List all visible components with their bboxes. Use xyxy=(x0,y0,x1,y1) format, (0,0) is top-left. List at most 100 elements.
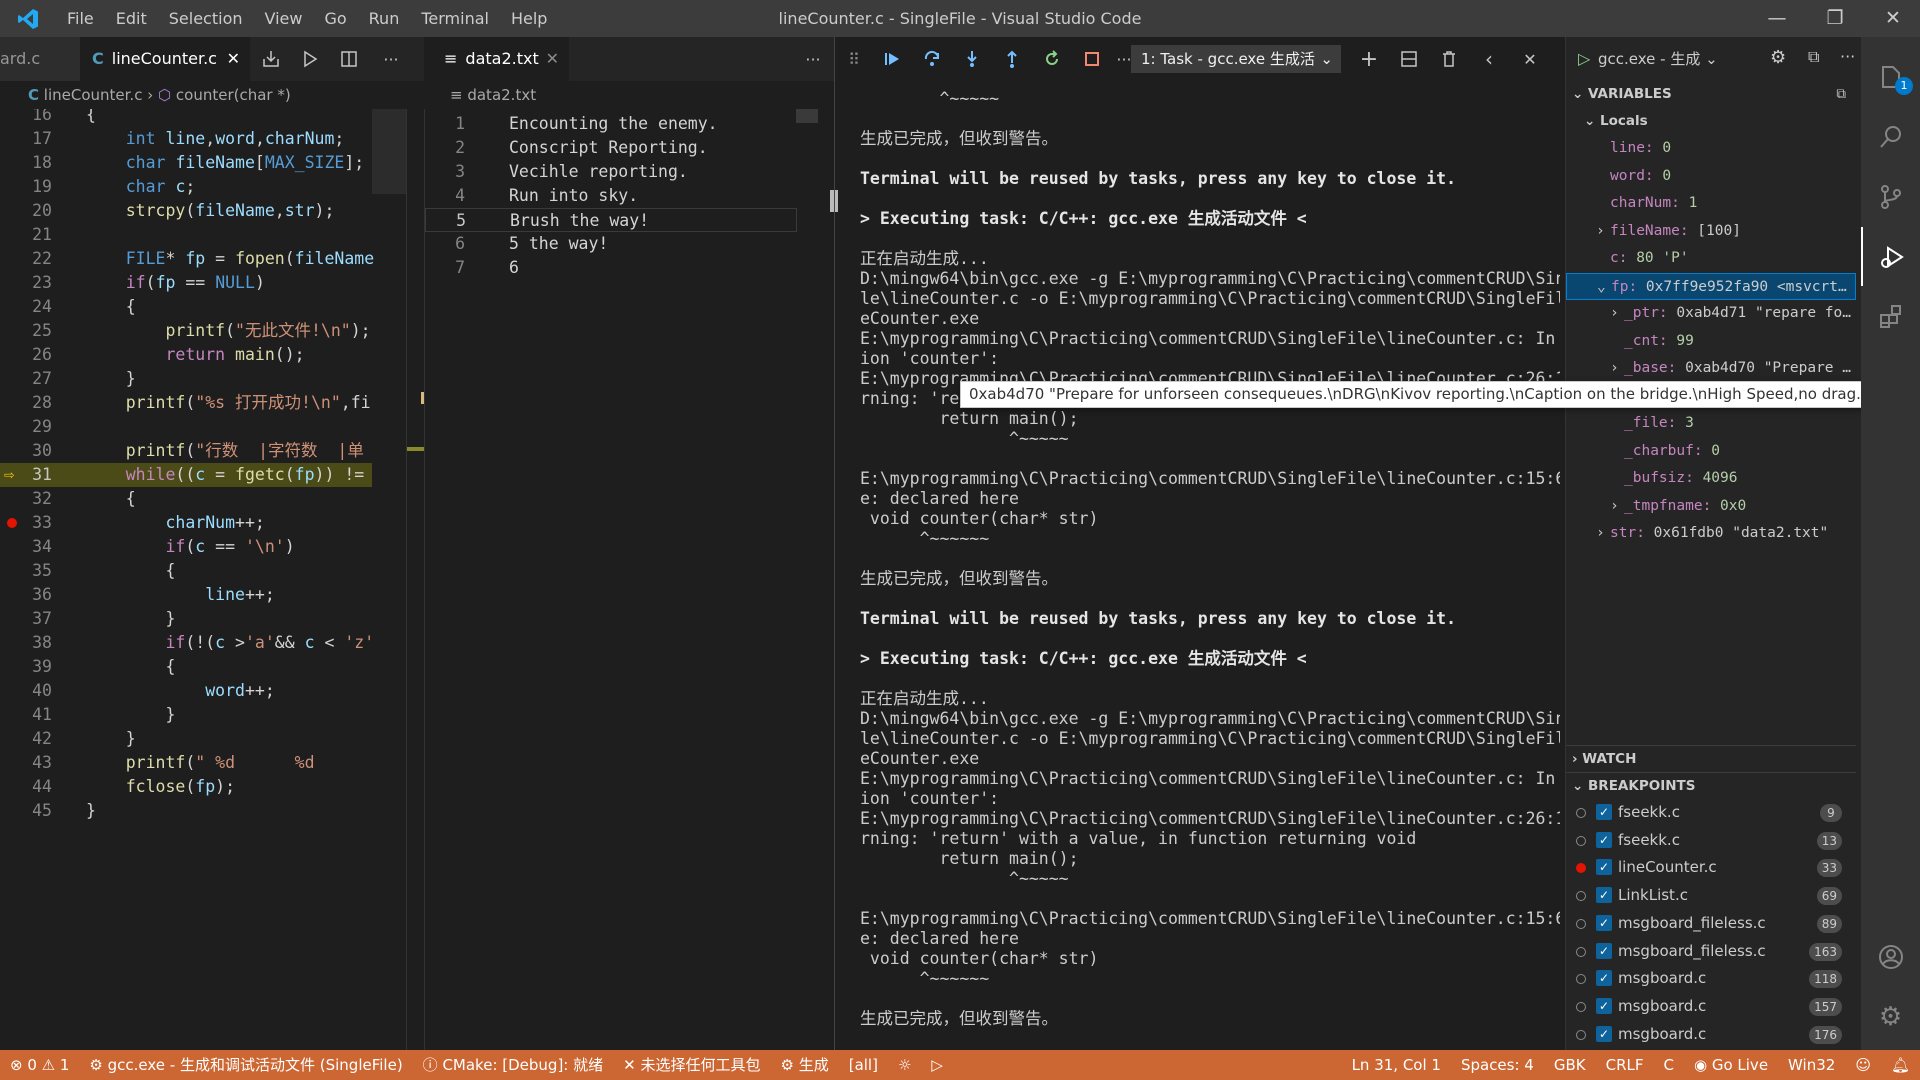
indentation[interactable]: Spaces: 4 xyxy=(1451,1050,1544,1080)
breadcrumb-file[interactable]: lineCounter.c xyxy=(44,86,143,104)
code-line[interactable]: 19 char c; xyxy=(0,175,372,199)
code-line[interactable]: 39 { xyxy=(0,655,372,679)
chevron-left-icon[interactable]: ‹ xyxy=(1470,37,1508,81)
minimap[interactable] xyxy=(372,109,406,194)
breakpoints-header[interactable]: ⌄ BREAKPOINTS xyxy=(1566,772,1856,799)
encoding[interactable]: GBK xyxy=(1544,1050,1596,1080)
menu-edit[interactable]: Edit xyxy=(105,0,158,37)
text-line[interactable]: 76 xyxy=(425,256,797,280)
step-over-icon[interactable] xyxy=(913,37,951,81)
checkbox-icon[interactable]: ✓ xyxy=(1596,942,1612,959)
menu-selection[interactable]: Selection xyxy=(158,0,254,37)
checkbox-icon[interactable]: ✓ xyxy=(1596,970,1612,987)
source-control-icon[interactable] xyxy=(1861,167,1920,226)
text-editor[interactable]: 1 Encounting the enemy. 2 Conscript Reporti… xyxy=(424,109,834,1050)
code-line[interactable]: 29 xyxy=(0,415,372,439)
build-status[interactable]: ⚙ 生成 xyxy=(770,1050,838,1080)
more-actions-icon[interactable]: ··· xyxy=(372,37,410,81)
variable-file[interactable]: _file: 3 xyxy=(1566,410,1856,437)
code-line[interactable]: 18 char fileName[MAX_SIZE]; xyxy=(0,151,372,175)
code-line[interactable]: 44 fclose(fp); xyxy=(0,775,372,799)
breadcrumb-file[interactable]: data2.txt xyxy=(467,86,536,104)
checkbox-icon[interactable]: ✓ xyxy=(1596,831,1612,848)
tab-linecounter-c[interactable]: ClineCounter.c ✕ xyxy=(80,37,250,81)
code-line[interactable]: 41 } xyxy=(0,703,372,727)
restart-icon[interactable] xyxy=(1033,37,1071,81)
trash-icon[interactable] xyxy=(1430,37,1468,81)
search-icon[interactable] xyxy=(1861,107,1920,166)
variable-bufsiz[interactable]: _bufsiz: 4096 xyxy=(1566,465,1856,492)
code-line[interactable]: 37 } xyxy=(0,607,372,631)
breakpoint-item[interactable]: ✓ LinkList.c 69 xyxy=(1566,882,1856,909)
close-tab-icon[interactable]: ✕ xyxy=(546,37,559,81)
variable-tmpfname[interactable]: › _tmpfname: 0x0 xyxy=(1566,493,1856,520)
debug-console-icon[interactable]: ⧉ xyxy=(1808,47,1819,67)
close-tab-icon[interactable]: ✕ xyxy=(227,37,240,81)
code-line[interactable]: 28 printf("%s 打开成功!\n",fi xyxy=(0,391,372,415)
step-into-icon[interactable] xyxy=(953,37,991,81)
code-line[interactable]: 32 { xyxy=(0,487,372,511)
checkbox-icon[interactable]: ✓ xyxy=(1596,914,1612,931)
tab-data2-txt[interactable]: ≡ data2.txt ✕ xyxy=(424,37,569,81)
variable-cnt[interactable]: _cnt: 99 xyxy=(1566,328,1856,355)
cmake-debug-icon[interactable]: ☼ xyxy=(888,1050,921,1080)
code-line[interactable]: 30 printf("行数 |字符数 |单 xyxy=(0,439,372,463)
go-live-button[interactable]: ◉ Go Live xyxy=(1684,1050,1778,1080)
code-line[interactable]: 42 } xyxy=(0,727,372,751)
code-line[interactable]: 43 printf(" %d %d xyxy=(0,751,372,775)
text-line[interactable]: 4 Run into sky. xyxy=(425,184,797,208)
code-line[interactable]: 38 if(!(c >'a'&& c < 'z' xyxy=(0,631,374,655)
code-line[interactable]: 26 return main(); xyxy=(0,343,372,367)
variables-header[interactable]: ⌄ VARIABLES ⧉ xyxy=(1566,81,1856,108)
code-line[interactable]: 23 if(fp == NULL) xyxy=(0,271,372,295)
variable-base[interactable]: › _base: 0xab4d70 "Prepare … xyxy=(1566,355,1856,382)
breakpoint-item[interactable]: ✓ msgboard.c 176 xyxy=(1566,1021,1856,1048)
tab-board-c[interactable]: ard.c xyxy=(0,37,80,81)
breakpoint-item[interactable]: ✓ fseekk.c 13 xyxy=(1566,827,1856,854)
menu-view[interactable]: View xyxy=(254,0,314,37)
cursor-position[interactable]: Ln 31, Col 1 xyxy=(1342,1050,1451,1080)
variable-charbuf[interactable]: _charbuf: 0 xyxy=(1566,438,1856,465)
collapse-all-icon[interactable]: ⧉ xyxy=(1836,81,1846,108)
code-editor[interactable]: 16{17 int line,word,charNum; 18 char file… xyxy=(0,109,406,1050)
editor-scrollbar[interactable] xyxy=(406,109,425,1050)
problems-status[interactable]: ⊗ 0 ⚠ 1 xyxy=(0,1050,79,1080)
end-of-line[interactable]: CRLF xyxy=(1596,1050,1654,1080)
checkbox-icon[interactable]: ✓ xyxy=(1596,859,1612,876)
text-line[interactable]: 6 5 the way! xyxy=(425,232,797,256)
split-terminal-icon[interactable] xyxy=(1390,37,1428,81)
breakpoint-item[interactable]: ✓ msgboard.c 118 xyxy=(1566,965,1856,992)
code-line[interactable]: 21 xyxy=(0,223,372,247)
debug-config-select[interactable]: gcc.exe - 生成 ⌄ xyxy=(1598,45,1758,73)
drag-handle-icon[interactable]: ⠿ xyxy=(835,37,873,81)
platform-status[interactable]: Win32 xyxy=(1778,1050,1845,1080)
code-line[interactable]: 35 { xyxy=(0,559,372,583)
checkbox-icon[interactable]: ✓ xyxy=(1596,804,1612,820)
step-out-icon[interactable] xyxy=(993,37,1031,81)
variable-c[interactable]: c: 80 'P' xyxy=(1566,245,1856,272)
language-mode[interactable]: C xyxy=(1654,1050,1684,1080)
variable-ptr[interactable]: › _ptr: 0xab4d71 "repare fo… xyxy=(1566,300,1856,327)
text-line[interactable]: 2 Conscript Reporting. xyxy=(425,136,797,160)
cmake-run-icon[interactable]: ▷ xyxy=(921,1050,953,1080)
variable-fileName[interactable]: › fileName: [100] xyxy=(1566,218,1856,245)
breakpoint-item[interactable]: ✓ msgboard.c 157 xyxy=(1566,993,1856,1020)
breakpoint-item[interactable]: ✓ fseekk.c 9 xyxy=(1566,799,1856,826)
restore-icon[interactable]: ❐ xyxy=(1806,0,1864,37)
code-line[interactable]: 24 { xyxy=(0,295,372,319)
more-actions-icon[interactable]: ··· xyxy=(794,37,832,81)
run-debug-icon[interactable] xyxy=(1861,227,1920,286)
breakpoint-icon[interactable] xyxy=(7,518,17,528)
account-icon[interactable] xyxy=(1861,927,1920,986)
checkbox-icon[interactable]: ✓ xyxy=(1596,997,1612,1014)
breakpoint-item[interactable]: ✓ msgboard_fileless.c 163 xyxy=(1566,938,1856,965)
code-line[interactable]: 20 strcpy(fileName,str); xyxy=(0,199,372,223)
manage-gear-icon[interactable]: ⚙ xyxy=(1861,987,1920,1046)
breadcrumb-symbol[interactable]: counter(char *) xyxy=(176,86,291,104)
checkbox-icon[interactable]: ✓ xyxy=(1596,1025,1612,1042)
watch-header[interactable]: › WATCH xyxy=(1566,745,1856,772)
split-editor-icon[interactable] xyxy=(330,37,368,81)
kit-status[interactable]: ✕ 未选择任何工具包 xyxy=(613,1050,770,1080)
variable-fp[interactable]: ⌄ fp: 0x7ff9e952fa90 <msvcrt… xyxy=(1566,272,1856,300)
extensions-icon[interactable] xyxy=(1861,287,1920,346)
